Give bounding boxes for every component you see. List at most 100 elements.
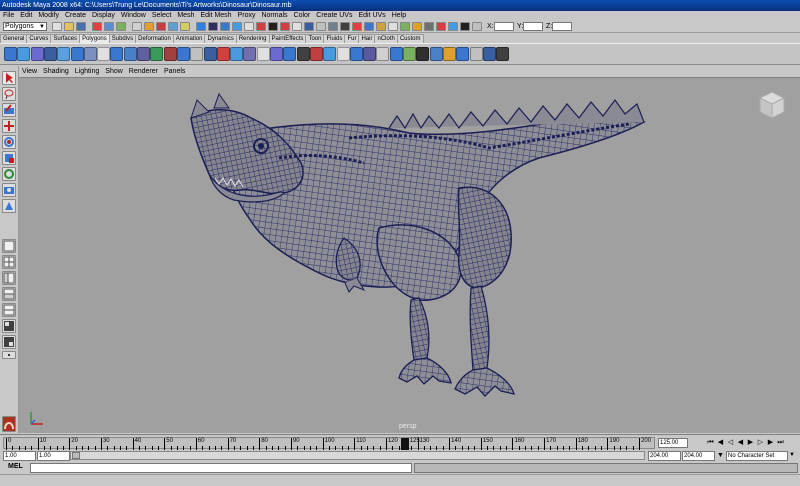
persp-icon[interactable] bbox=[460, 22, 470, 31]
shelf-tab-toon[interactable]: Toon bbox=[305, 34, 325, 43]
sequence-icon[interactable] bbox=[448, 22, 458, 31]
shelf-tool-icon[interactable] bbox=[283, 47, 297, 61]
select-by-hierarchy-icon[interactable] bbox=[92, 22, 102, 31]
select-by-component-icon[interactable] bbox=[116, 22, 126, 31]
select-by-object-icon[interactable] bbox=[104, 22, 114, 31]
keys-icon[interactable] bbox=[292, 22, 302, 31]
go-to-start-icon[interactable]: ⏮ bbox=[706, 438, 715, 447]
manipulator-icon[interactable] bbox=[2, 167, 16, 181]
menu-select[interactable]: Select bbox=[152, 12, 171, 19]
shelf-tool-icon[interactable] bbox=[30, 47, 44, 61]
menu-modify[interactable]: Modify bbox=[38, 12, 59, 19]
history-icon[interactable] bbox=[196, 22, 206, 31]
shelf-tool-icon[interactable] bbox=[4, 47, 17, 61]
shelf-tool-icon[interactable] bbox=[256, 47, 270, 61]
timeline[interactable]: 0 10 20 30 40 50 60 70 80 90 100 110 120 130 140 150 160… bbox=[3, 437, 655, 450]
soft-mod-icon[interactable] bbox=[2, 183, 16, 197]
layout-film-icon[interactable] bbox=[2, 335, 16, 349]
attr-icon[interactable] bbox=[376, 22, 386, 31]
shelf-tool-icon[interactable] bbox=[216, 47, 230, 61]
field-icon[interactable] bbox=[472, 22, 482, 31]
shelf-tab-rendering[interactable]: Rendering bbox=[235, 34, 270, 43]
shelf-tool-icon[interactable] bbox=[176, 47, 190, 61]
panel-menu-panels[interactable]: Panels bbox=[164, 68, 185, 75]
hypershade-icon[interactable] bbox=[244, 22, 254, 31]
current-time-field[interactable]: 125.00 bbox=[658, 438, 688, 448]
menu-file[interactable]: File bbox=[3, 12, 14, 19]
show-icon[interactable] bbox=[316, 22, 326, 31]
input-line-icon[interactable] bbox=[256, 22, 266, 31]
single-pane-icon[interactable] bbox=[2, 239, 16, 253]
shelf-tab-painteffects[interactable]: PaintEffects bbox=[268, 34, 307, 43]
shelf-tool-icon[interactable] bbox=[70, 47, 84, 61]
range-bar[interactable] bbox=[70, 451, 645, 460]
viewport-persp[interactable]: persp bbox=[19, 77, 800, 433]
snap-grid-icon[interactable] bbox=[144, 22, 154, 31]
shelf-tab-polygons[interactable]: Polygons bbox=[79, 34, 110, 43]
shelf-tool-icon[interactable] bbox=[376, 47, 390, 61]
scale-tool-icon[interactable] bbox=[2, 151, 16, 165]
panel-menu-show[interactable]: Show bbox=[105, 68, 123, 75]
shelf-tool-icon[interactable] bbox=[349, 47, 363, 61]
shelf-tool-icon[interactable] bbox=[363, 47, 377, 61]
character-set-field[interactable]: No Character Set bbox=[726, 451, 788, 461]
step-back-key-icon[interactable]: ◀ bbox=[716, 438, 725, 447]
snap-curve-icon[interactable] bbox=[156, 22, 166, 31]
link-icon[interactable] bbox=[352, 22, 362, 31]
shelf-tool-icon[interactable] bbox=[429, 47, 443, 61]
end-time-field[interactable]: 204.00 bbox=[682, 451, 715, 461]
shelf-tab-ncloth[interactable]: nCloth bbox=[374, 34, 398, 43]
shelf-tool-icon[interactable] bbox=[456, 47, 470, 61]
shelf-tool-icon[interactable] bbox=[296, 47, 310, 61]
component-icon[interactable] bbox=[364, 22, 374, 31]
shelf-tool-icon[interactable] bbox=[336, 47, 350, 61]
shelf-tab-hair[interactable]: Hair bbox=[358, 34, 376, 43]
start-time-field[interactable]: 1.00 bbox=[3, 451, 36, 461]
new-scene-icon[interactable] bbox=[52, 22, 62, 31]
panel-menu-view[interactable]: View bbox=[22, 68, 37, 75]
shelf-tool-icon[interactable] bbox=[110, 47, 124, 61]
shelf-tab-fur[interactable]: Fur bbox=[344, 34, 360, 43]
go-to-end-icon[interactable]: ⏭ bbox=[776, 438, 785, 447]
persp-graph-icon[interactable] bbox=[2, 287, 16, 301]
lasso-tool-icon[interactable] bbox=[2, 87, 16, 101]
save-scene-icon[interactable] bbox=[76, 22, 86, 31]
shelf-tool-icon[interactable] bbox=[43, 47, 57, 61]
menu-proxy[interactable]: Proxy bbox=[238, 12, 256, 19]
render-settings-icon[interactable] bbox=[232, 22, 242, 31]
ipr-icon[interactable] bbox=[220, 22, 230, 31]
relative-icon[interactable] bbox=[340, 22, 350, 31]
uv-icon[interactable] bbox=[400, 22, 410, 31]
shelf-tool-icon[interactable] bbox=[323, 47, 337, 61]
shelf-tool-icon[interactable] bbox=[309, 47, 323, 61]
panel-menu-lighting[interactable]: Lighting bbox=[75, 68, 100, 75]
menu-set-selector[interactable]: Polygons ▼ bbox=[3, 22, 47, 31]
shelf-tool-icon[interactable] bbox=[83, 47, 97, 61]
hypershade-layout-icon[interactable] bbox=[2, 303, 16, 317]
play-forward-icon[interactable]: ▶ bbox=[746, 438, 755, 447]
shelf-tool-icon[interactable] bbox=[469, 47, 483, 61]
viewcube-icon[interactable] bbox=[756, 90, 788, 122]
snap-point-icon[interactable] bbox=[168, 22, 178, 31]
shelf-tool-icon[interactable] bbox=[17, 47, 31, 61]
panel-menu-renderer[interactable]: Renderer bbox=[129, 68, 158, 75]
select-tool-icon[interactable] bbox=[2, 71, 16, 85]
menu-edit[interactable]: Edit bbox=[20, 12, 32, 19]
shelf-tool-icon[interactable] bbox=[190, 47, 204, 61]
magnet-icon[interactable] bbox=[280, 22, 290, 31]
construct-icon[interactable] bbox=[436, 22, 446, 31]
menu-window[interactable]: Window bbox=[121, 12, 146, 19]
menu-mesh[interactable]: Mesh bbox=[177, 12, 194, 19]
range-handle[interactable] bbox=[72, 452, 80, 459]
x-field[interactable] bbox=[494, 22, 514, 31]
layout-more-icon[interactable] bbox=[2, 351, 16, 359]
isolate-icon[interactable] bbox=[304, 22, 314, 31]
menu-display[interactable]: Display bbox=[92, 12, 115, 19]
key-lock-icon[interactable]: ▼ bbox=[717, 452, 724, 459]
panel-menu-shading[interactable]: Shading bbox=[43, 68, 69, 75]
shelf-tool-icon[interactable] bbox=[442, 47, 456, 61]
open-scene-icon[interactable] bbox=[64, 22, 74, 31]
shelf-tool-icon[interactable] bbox=[243, 47, 257, 61]
menu-color[interactable]: Color bbox=[294, 12, 311, 19]
shelf-tool-icon[interactable] bbox=[123, 47, 137, 61]
